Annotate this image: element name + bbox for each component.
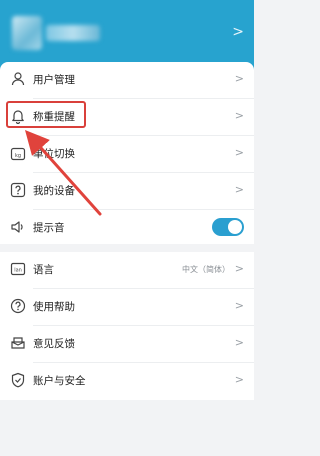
person-icon <box>11 72 25 86</box>
settings-sheet: 用户管理 > 称重提醒 > kg 单位切换 > 我的设备 > 提示音 lan 语… <box>0 62 254 456</box>
profile-header[interactable]: > <box>0 0 254 70</box>
menu-label: 意见反馈 <box>33 338 75 350</box>
highlight-box <box>6 101 86 128</box>
settings-group-secondary: lan 语言 中文（简体） > 使用帮助 > 意见反馈 > 账户与安全 > <box>0 252 254 400</box>
toggle-knob <box>228 220 242 234</box>
menu-label: 用户管理 <box>33 74 75 86</box>
unit-scale-icon: kg <box>10 147 26 161</box>
menu-label: 我的设备 <box>33 185 75 197</box>
menu-item-my-devices[interactable]: 我的设备 > <box>0 173 254 209</box>
menu-label: 语言 <box>33 264 54 276</box>
help-icon <box>10 298 26 314</box>
chevron-right-icon: > <box>234 262 244 275</box>
feedback-icon <box>11 337 25 349</box>
sound-toggle[interactable] <box>212 218 244 236</box>
menu-label: 使用帮助 <box>33 301 75 313</box>
language-value: 中文（简体） <box>182 265 230 274</box>
menu-item-unit-switch[interactable]: kg 单位切换 > <box>0 136 254 172</box>
menu-label: 提示音 <box>33 222 65 234</box>
language-icon: lan <box>10 262 26 276</box>
menu-item-account-security[interactable]: 账户与安全 > <box>0 363 254 399</box>
chevron-right-icon: > <box>234 183 244 196</box>
chevron-right-icon: > <box>234 109 244 122</box>
avatar[interactable] <box>12 16 42 50</box>
svg-text:kg: kg <box>15 153 21 159</box>
username-blurred <box>46 25 100 41</box>
menu-item-language[interactable]: lan 语言 中文（简体） > <box>0 252 254 288</box>
settings-group-primary: 用户管理 > 称重提醒 > kg 单位切换 > 我的设备 > 提示音 <box>0 62 254 244</box>
chevron-right-icon: > <box>234 72 244 85</box>
menu-label: 账户与安全 <box>33 375 86 387</box>
chevron-right-icon: > <box>232 24 244 40</box>
menu-item-feedback[interactable]: 意见反馈 > <box>0 326 254 362</box>
shield-icon <box>11 372 25 388</box>
menu-label: 单位切换 <box>33 148 75 160</box>
menu-item-sound: 提示音 <box>0 210 254 246</box>
chevron-right-icon: > <box>234 336 244 349</box>
svg-text:lan: lan <box>14 268 22 274</box>
chevron-right-icon: > <box>234 146 244 159</box>
chevron-right-icon: > <box>234 373 244 386</box>
speaker-icon <box>11 221 23 233</box>
menu-item-user-management[interactable]: 用户管理 > <box>0 62 254 98</box>
chevron-right-icon: > <box>234 299 244 312</box>
menu-item-help[interactable]: 使用帮助 > <box>0 289 254 325</box>
device-question-icon <box>10 182 26 198</box>
